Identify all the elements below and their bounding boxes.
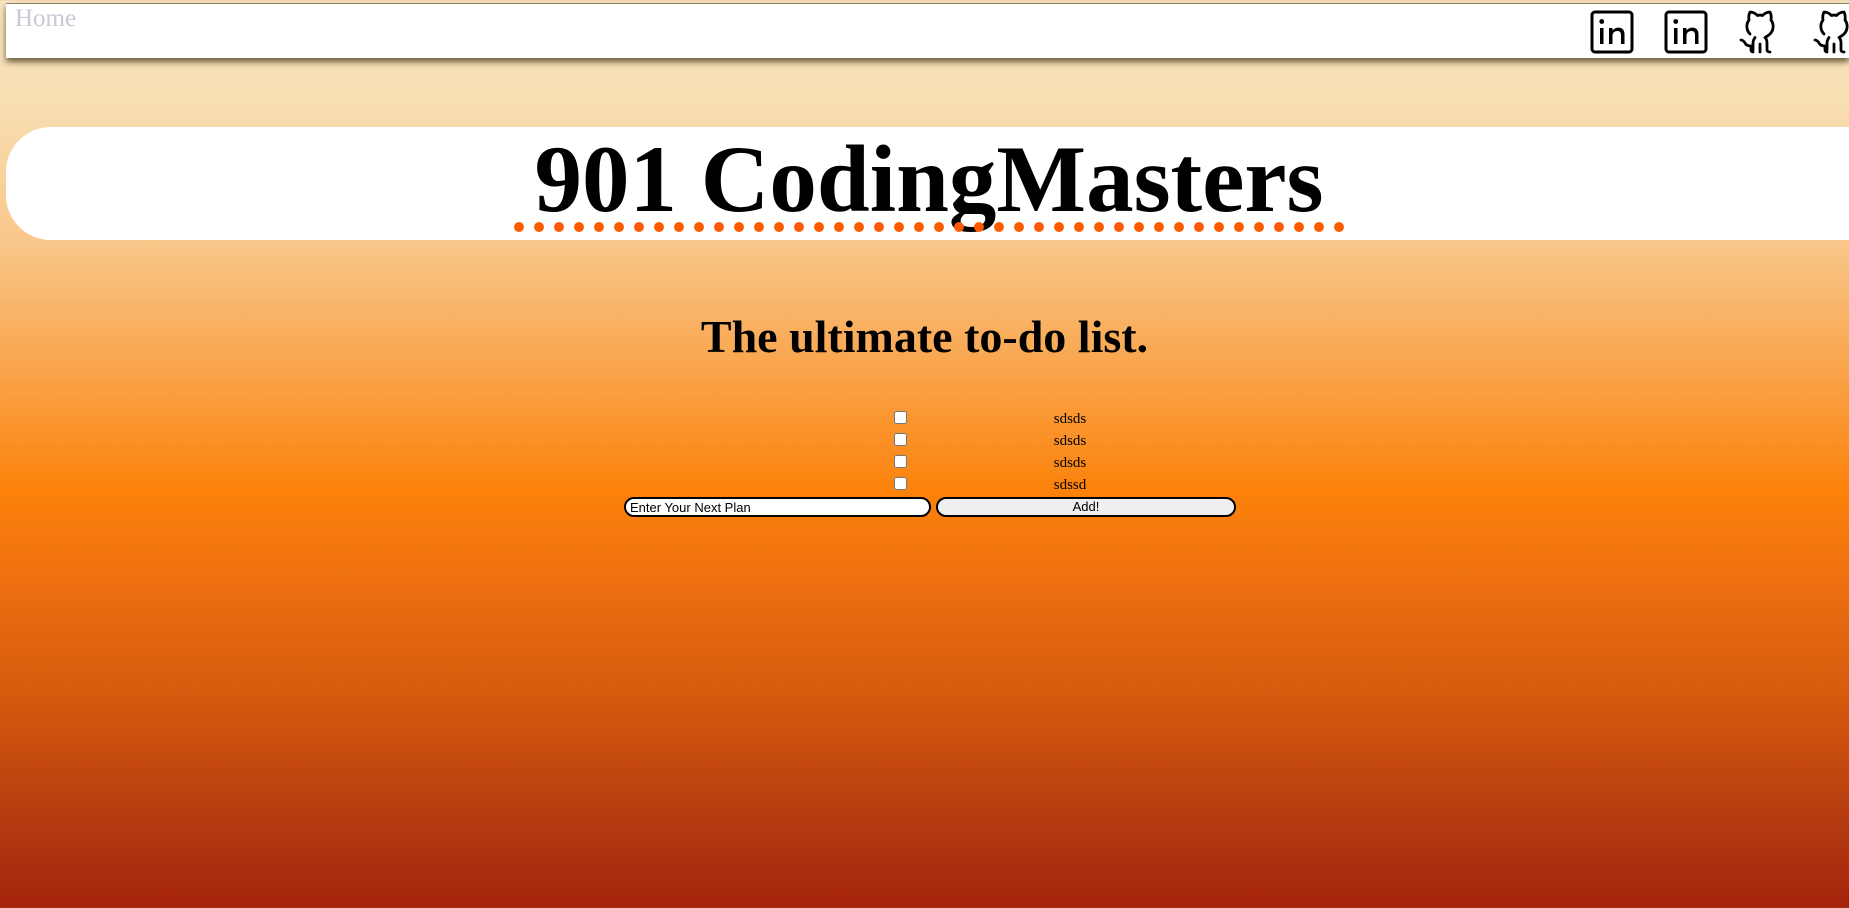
todo-text: sdsds (1053, 433, 1087, 449)
title-dotted-underline (514, 222, 1344, 232)
todo-text: sdsds (1053, 455, 1087, 471)
add-plan-button[interactable]: Add! (936, 497, 1236, 517)
todo-checkbox[interactable] (894, 455, 907, 468)
todo-item: sdsds (0, 452, 1849, 474)
site-title: 901 CodingMasters (534, 126, 1324, 232)
linkedin-icon[interactable] (1588, 8, 1636, 56)
todo-text: sdssd (1053, 477, 1087, 493)
todo-checkbox[interactable] (894, 411, 907, 424)
todo-item: sdsds (0, 430, 1849, 452)
home-link[interactable]: Home (15, 5, 76, 33)
todo-item: sdssd (0, 474, 1849, 496)
top-navbar: Home (6, 3, 1849, 58)
linkedin-icon[interactable] (1662, 8, 1710, 56)
todo-item: sdsds (0, 408, 1849, 430)
todo-text: sdsds (1053, 411, 1087, 427)
todo-checkbox[interactable] (894, 477, 907, 490)
github-icon[interactable] (1810, 8, 1849, 56)
new-plan-input[interactable] (624, 497, 931, 517)
page-subtitle: The ultimate to-do list. (700, 311, 1149, 362)
todo-checkbox[interactable] (894, 433, 907, 446)
github-icon[interactable] (1736, 8, 1784, 56)
